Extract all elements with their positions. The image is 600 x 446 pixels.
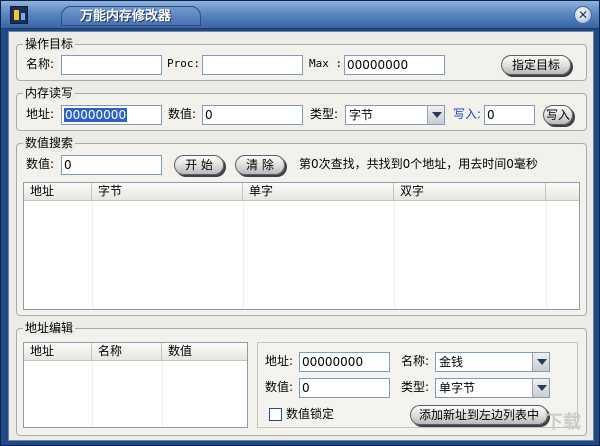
chevron-down-icon[interactable]	[427, 106, 444, 124]
target-max-label: Max :	[309, 57, 343, 70]
search-value-input[interactable]: 0	[61, 155, 162, 175]
memrw-type-label: 类型:	[310, 107, 339, 121]
search-group: 数值搜索 数值: 0 开 始 清 除 第0次查找，共找到0个地址，用去时间0毫秒…	[16, 136, 587, 316]
title-bar[interactable]: 万能内存修改器 ✕	[1, 1, 599, 29]
add-address-button[interactable]: 添加新址到左边列表中	[410, 405, 548, 425]
addr-edit-group: 地址编辑 地址 名称 数值 地址: 00000000 名称: 金钱 数值: 0 …	[16, 321, 587, 436]
col-dword[interactable]: 双字	[394, 183, 546, 201]
addr-edit-panel: 地址: 00000000 名称: 金钱 数值: 0 类型: 单字节 数值锁定 添…	[257, 342, 578, 428]
edit-value-label: 数值:	[265, 380, 294, 394]
edit-type-label: 类型:	[401, 380, 430, 394]
app-icon	[10, 6, 28, 24]
memrw-group: 内存读写 地址: 00000000 数值: 0 类型: 字节 写入: 0 写入	[16, 86, 587, 131]
edit-name-select[interactable]: 金钱	[435, 352, 550, 372]
memrw-addr-input[interactable]: 00000000	[61, 105, 162, 125]
search-results-header: 地址 字节 单字 双字	[24, 183, 579, 201]
search-start-button[interactable]: 开 始	[174, 155, 224, 175]
memrw-type-select[interactable]: 字节	[345, 105, 445, 125]
col-byte[interactable]: 字节	[92, 183, 243, 201]
edit-name-label: 名称:	[401, 354, 430, 368]
search-status-text: 第0次查找，共找到0个地址，用去时间0毫秒	[299, 157, 538, 171]
window-title: 万能内存修改器	[61, 6, 201, 26]
address-list-header: 地址 名称 数值	[24, 343, 247, 361]
memrw-write-input[interactable]: 0	[484, 105, 535, 125]
addr-edit-legend: 地址编辑	[23, 321, 76, 335]
memrw-value-label: 数值:	[168, 107, 197, 121]
target-name-label: 名称:	[26, 57, 55, 71]
lock-value-label: 数值锁定	[286, 407, 335, 421]
chevron-down-icon[interactable]	[532, 379, 549, 397]
watermark-logo: 下载	[545, 412, 581, 433]
search-value-label: 数值:	[26, 157, 55, 171]
assign-target-button[interactable]: 指定目标	[501, 55, 571, 75]
edit-value-input[interactable]: 0	[299, 378, 390, 398]
address-list-table[interactable]: 地址 名称 数值	[23, 342, 248, 428]
memrw-addr-label: 地址:	[26, 107, 55, 121]
write-button[interactable]: 写入	[543, 105, 573, 125]
close-button[interactable]: ✕	[574, 6, 592, 24]
col-value[interactable]: 数值	[162, 343, 247, 361]
col-name[interactable]: 名称	[92, 343, 162, 361]
memrw-legend: 内存读写	[23, 86, 76, 100]
app-window: 万能内存修改器 ✕ 操作目标 名称: Proc: Max : 00000000 …	[0, 0, 600, 446]
client-area: 操作目标 名称: Proc: Max : 00000000 指定目标 内存读写 …	[8, 31, 594, 441]
memrw-value-input[interactable]: 0	[202, 105, 303, 125]
target-proc-label: Proc:	[167, 57, 201, 70]
close-icon: ✕	[577, 8, 589, 22]
memrw-write-label: 写入:	[453, 107, 482, 121]
memrw-type-value: 字节	[349, 108, 374, 122]
memrw-addr-value: 00000000	[64, 108, 128, 122]
col-address[interactable]: 地址	[24, 183, 92, 201]
edit-addr-input[interactable]: 00000000	[299, 352, 390, 372]
chevron-down-icon[interactable]	[532, 353, 549, 371]
col-addr[interactable]: 地址	[24, 343, 92, 361]
edit-addr-label: 地址:	[265, 354, 294, 368]
target-legend: 操作目标	[23, 37, 76, 51]
search-clear-button[interactable]: 清 除	[235, 155, 285, 175]
target-group: 操作目标 名称: Proc: Max : 00000000 指定目标	[16, 37, 587, 81]
search-results-table[interactable]: 地址 字节 单字 双字	[23, 182, 580, 310]
target-proc-input[interactable]	[202, 55, 303, 75]
edit-name-value: 金钱	[439, 355, 464, 369]
lock-value-checkbox[interactable]	[269, 408, 282, 421]
search-legend: 数值搜索	[23, 136, 76, 150]
target-name-input[interactable]	[61, 55, 162, 75]
edit-type-select[interactable]: 单字节	[435, 378, 550, 398]
target-max-input[interactable]: 00000000	[344, 55, 445, 75]
edit-type-value: 单字节	[439, 381, 476, 395]
col-word[interactable]: 单字	[243, 183, 394, 201]
